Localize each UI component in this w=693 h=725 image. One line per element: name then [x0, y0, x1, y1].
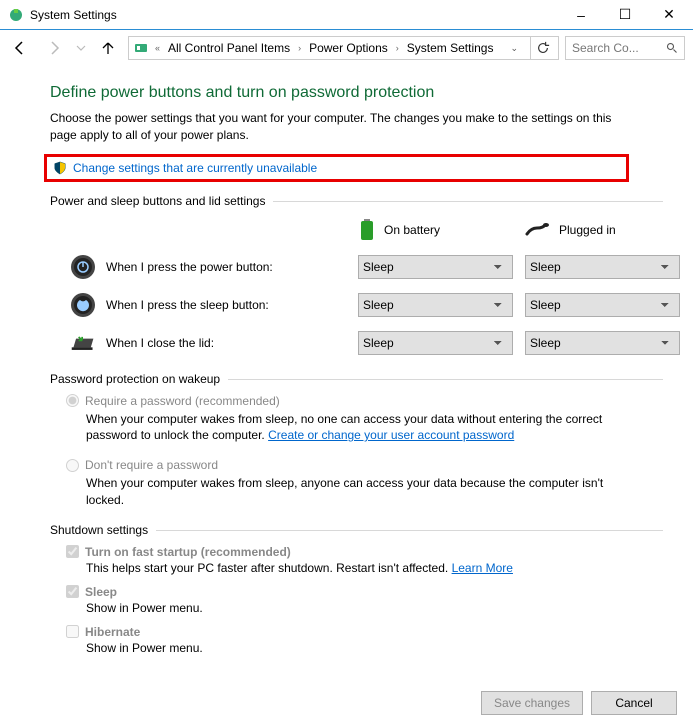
page-subtitle: Choose the power settings that you want … [50, 110, 630, 144]
create-password-link[interactable]: Create or change your user account passw… [268, 428, 514, 442]
hibernate-checkbox [66, 625, 79, 638]
change-settings-banner: Change settings that are currently unava… [44, 154, 629, 182]
breadcrumb-item[interactable]: System Settings [405, 41, 496, 55]
page-title: Define power buttons and turn on passwor… [50, 84, 663, 102]
change-settings-link[interactable]: Change settings that are currently unava… [73, 161, 317, 175]
search-icon [666, 42, 678, 54]
plugged-header: Plugged in [525, 222, 680, 238]
up-button[interactable] [94, 34, 122, 62]
minimize-button[interactable]: – [559, 1, 603, 29]
titlebar: System Settings – ☐ ✕ [0, 0, 693, 30]
sleep-button-row: When I press the sleep button: [66, 292, 346, 318]
window-title: System Settings [30, 8, 559, 22]
sleep-checkbox [66, 585, 79, 598]
section-shutdown: Shutdown settings [50, 523, 663, 537]
back-button[interactable] [6, 34, 34, 62]
battery-header: On battery [358, 218, 513, 242]
control-panel-icon [133, 40, 149, 56]
power-button-battery-select[interactable]: Sleep [358, 255, 513, 279]
power-grid: On battery Plugged in When I press the p… [66, 218, 663, 356]
lid-plugged-select[interactable]: Sleep [525, 331, 680, 355]
content-area: Define power buttons and turn on passwor… [0, 66, 693, 655]
breadcrumb-item[interactable]: Power Options [307, 41, 390, 55]
sleep-button-plugged-select[interactable]: Sleep [525, 293, 680, 317]
section-password: Password protection on wakeup [50, 372, 663, 386]
chevron-right-icon: « [153, 43, 162, 53]
section-power: Power and sleep buttons and lid settings [50, 194, 663, 208]
recent-button[interactable] [74, 34, 88, 62]
chevron-right-icon: › [394, 43, 401, 53]
fast-startup-desc: This helps start your PC faster after sh… [86, 561, 663, 575]
sleep-desc: Show in Power menu. [86, 601, 663, 615]
sleep-button-battery-select[interactable]: Sleep [358, 293, 513, 317]
laptop-lid-icon [70, 330, 96, 356]
footer-buttons: Save changes Cancel [481, 691, 677, 715]
search-placeholder: Search Co... [572, 41, 662, 55]
power-button-row: When I press the power button: [66, 254, 346, 280]
cancel-button[interactable]: Cancel [591, 691, 677, 715]
plug-icon [525, 222, 551, 238]
no-password-radio [66, 459, 79, 472]
sleep-button-icon [70, 292, 96, 318]
maximize-button[interactable]: ☐ [603, 1, 647, 29]
breadcrumb-item[interactable]: All Control Panel Items [166, 41, 292, 55]
learn-more-link[interactable]: Learn More [452, 561, 513, 575]
nav-row: « All Control Panel Items › Power Option… [0, 30, 693, 66]
power-button-icon [70, 254, 96, 280]
no-password-desc: When your computer wakes from sleep, any… [86, 475, 626, 509]
require-password-radio [66, 394, 79, 407]
fast-startup-checkbox [66, 545, 79, 558]
hibernate-desc: Show in Power menu. [86, 641, 663, 655]
forward-button[interactable] [40, 34, 68, 62]
app-icon [8, 7, 24, 23]
require-password-option: Require a password (recommended) When yo… [66, 394, 663, 445]
close-button[interactable]: ✕ [647, 1, 691, 29]
refresh-button[interactable] [530, 36, 554, 60]
search-input[interactable]: Search Co... [565, 36, 685, 60]
battery-icon [358, 218, 376, 242]
lid-battery-select[interactable]: Sleep [358, 331, 513, 355]
chevron-down-icon[interactable]: ⌄ [506, 43, 522, 54]
save-button[interactable]: Save changes [481, 691, 583, 715]
no-password-option: Don't require a password When your compu… [66, 458, 663, 509]
power-button-plugged-select[interactable]: Sleep [525, 255, 680, 279]
lid-row: When I close the lid: [66, 330, 346, 356]
address-bar[interactable]: « All Control Panel Items › Power Option… [128, 36, 559, 60]
shield-icon [53, 161, 67, 175]
require-password-desc: When your computer wakes from sleep, no … [86, 411, 626, 445]
chevron-right-icon: › [296, 43, 303, 53]
